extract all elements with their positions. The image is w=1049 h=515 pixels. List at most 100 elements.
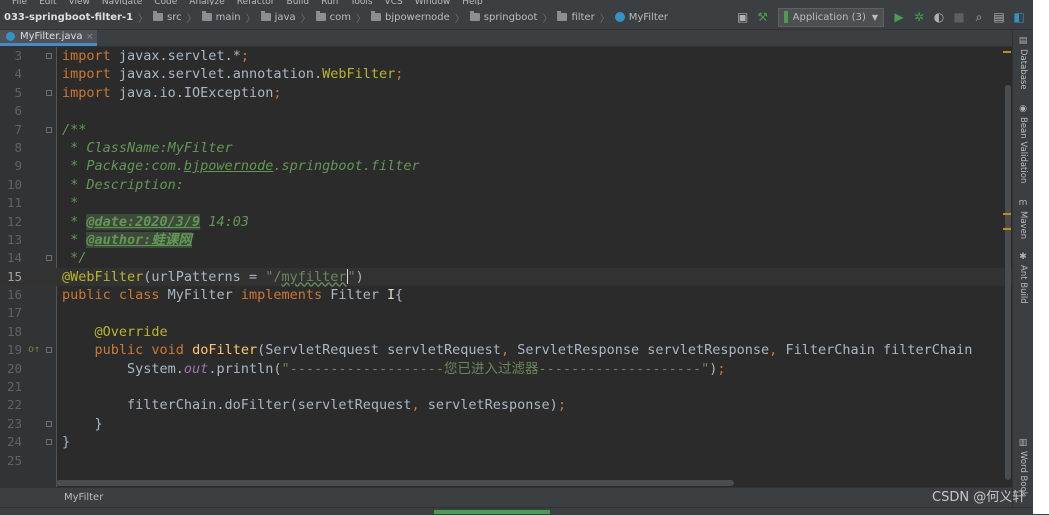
code-text[interactable]: import javax.servlet.annotation.WebFilte… (62, 65, 403, 83)
tab-label: MyFilter.java (20, 31, 83, 42)
warning-marker[interactable] (1003, 51, 1011, 53)
code-editor[interactable]: 3 import javax.servlet.*; 4 import javax.se… (0, 47, 1012, 487)
warning-marker[interactable] (1003, 228, 1011, 230)
code-line[interactable]: 13 * @author:蛙课网 (0, 231, 1012, 249)
folder-icon (153, 11, 164, 21)
hammer-icon[interactable]: ⚒ (754, 8, 772, 26)
code-text[interactable]: import javax.servlet.*; (62, 47, 249, 65)
code-line[interactable]: 25 (0, 452, 1012, 470)
tab-myfilter-java[interactable]: MyFilter.java × (0, 30, 97, 46)
breadcrumb-item[interactable]: src 〉 (151, 10, 197, 25)
breadcrumb-item[interactable]: filter 〉 (555, 10, 610, 25)
run-configuration-select[interactable]: Application (3) ▼ (777, 7, 884, 27)
code-text[interactable]: } (62, 415, 103, 433)
code-line[interactable]: 4 import javax.servlet.annotation.WebFilt… (0, 65, 1012, 83)
code-line[interactable]: 6 (0, 102, 1012, 120)
code-token: * Description: (62, 176, 184, 193)
code-line[interactable]: 8 * ClassName:MyFilter (0, 139, 1012, 157)
code-text[interactable]: } (62, 433, 70, 451)
build-icon[interactable]: ▣ (734, 8, 752, 26)
code-token: * Package:com. (62, 158, 184, 175)
structure-breadcrumb[interactable]: MyFilter (0, 487, 1012, 507)
code-text[interactable]: * ClassName:MyFilter (62, 139, 233, 157)
code-line[interactable]: 24} (0, 433, 1012, 451)
code-line[interactable]: 14 */ (0, 249, 1012, 267)
code-line[interactable]: 11 * (0, 194, 1012, 212)
tool-window-maven[interactable]: m Maven (1013, 198, 1033, 239)
search-icon[interactable]: ⌕ (970, 8, 988, 26)
breadcrumb-item[interactable]: MyFilter (613, 12, 668, 23)
code-line[interactable]: 23 } (0, 415, 1012, 433)
fold-icon[interactable] (46, 53, 52, 59)
code-text[interactable]: @Override (62, 323, 168, 341)
tool-window-bean-validation[interactable]: ◉ Bean Validation (1013, 104, 1033, 183)
code-line[interactable]: 12 * @date:2020/3/9 14:03 (0, 213, 1012, 231)
breadcrumb-item[interactable]: springboot 〉 (468, 10, 552, 25)
code-line[interactable]: 22 filterChain.doFilter(servletRequest, … (0, 396, 1012, 414)
breadcrumb-item[interactable]: com 〉 (314, 10, 366, 25)
breadcrumb-item[interactable]: main 〉 (200, 10, 256, 25)
code-text[interactable]: System.out.println("-------------------您… (62, 360, 726, 378)
breadcrumb-item[interactable]: bjpowernode 〉 (369, 10, 465, 25)
line-number: 23 (6, 415, 22, 431)
code-area[interactable]: 3 import javax.servlet.*; 4 import javax.se… (0, 47, 1012, 470)
terminal-icon[interactable]: ▤ (990, 8, 1008, 26)
tool-window-database[interactable]: ▤ Database (1013, 36, 1033, 90)
warning-marker[interactable] (1003, 213, 1011, 215)
horizontal-scrollbar[interactable] (56, 480, 734, 486)
code-token: (urlPatterns = (143, 268, 266, 285)
override-marker-icon[interactable]: o↑ (28, 341, 40, 359)
code-line[interactable]: 17 (0, 304, 1012, 322)
breadcrumb-item[interactable]: 033-springboot-filter-1 〉 (4, 10, 148, 25)
code-line[interactable]: 7 /** (0, 121, 1012, 139)
code-line[interactable]: 9 * Package:com.bjpowernode.springboot.f… (0, 157, 1012, 175)
code-line[interactable]: 19 o↑ public void doFilter(ServletRequest… (0, 341, 1012, 359)
code-text[interactable]: @WebFilter(urlPatterns = "/myfilter") (62, 268, 364, 286)
code-text[interactable]: * Package:com.bjpowernode.springboot.fil… (62, 157, 420, 175)
run-icon[interactable]: ▶ (890, 8, 908, 26)
code-text[interactable]: filterChain.doFilter(servletRequest, ser… (62, 396, 566, 414)
code-line[interactable]: 21 (0, 378, 1012, 396)
database-icon: ▤ (1018, 36, 1028, 46)
code-token: FilterChain filterChain (785, 342, 973, 359)
code-text[interactable]: import java.io.IOException; (62, 84, 281, 102)
code-line[interactable]: 16 public class MyFilter implements Filte… (0, 286, 1012, 304)
code-token: "-------------------您已进入过滤器-------------… (281, 360, 710, 377)
code-text[interactable]: */ (62, 249, 86, 267)
stop-icon[interactable]: ■ (950, 8, 968, 26)
code-token: @date:2020/3/9 (86, 213, 201, 230)
line-number: 11 (6, 195, 22, 211)
line-number: 20 (6, 360, 22, 376)
maven-icon: m (1018, 198, 1028, 208)
project-structure-icon[interactable]: ◧ (1010, 8, 1028, 26)
fold-icon[interactable] (46, 439, 52, 446)
code-line[interactable]: 15 @WebFilter(urlPatterns = "/myfilter") (0, 267, 1012, 287)
fold-icon[interactable] (46, 126, 52, 133)
code-line[interactable]: 18 @Override (0, 323, 1012, 341)
code-text[interactable]: * @date:2020/3/9 14:03 (62, 213, 249, 231)
debug-icon[interactable]: ✲ (910, 8, 928, 26)
code-line[interactable]: 5 import java.io.IOException; (0, 84, 1012, 102)
fold-icon[interactable] (46, 420, 52, 427)
code-line[interactable]: 20 System.out.println("-----------------… (0, 360, 1012, 378)
code-line[interactable]: 3 import javax.servlet.*; (0, 47, 1012, 65)
fold-icon[interactable] (46, 255, 52, 262)
fold-icon[interactable] (46, 347, 52, 354)
code-line[interactable]: 10 * Description: (0, 176, 1012, 194)
code-token: bjpowernode (183, 158, 274, 175)
code-token: ; (717, 360, 726, 377)
coverage-icon[interactable]: ◐ (930, 8, 948, 26)
vertical-scrollbar[interactable] (1005, 85, 1011, 480)
code-text[interactable]: * @author:蛙课网 (62, 231, 192, 249)
code-text[interactable]: /** (62, 121, 86, 139)
tool-window-ant-build[interactable]: ✱ Ant Build (1013, 252, 1033, 304)
code-text[interactable]: public void doFilter(ServletRequest serv… (62, 341, 973, 359)
code-text[interactable]: * Description: (62, 176, 184, 194)
code-text[interactable]: * (62, 194, 78, 212)
close-icon[interactable]: × (86, 32, 94, 42)
fold-icon[interactable] (46, 89, 52, 96)
breadcrumb-item[interactable]: java 〉 (259, 10, 311, 25)
code-token: servletResponse) (427, 397, 558, 414)
code-token: /** (62, 121, 87, 138)
code-text[interactable]: public class MyFilter implements Filter … (62, 286, 403, 305)
